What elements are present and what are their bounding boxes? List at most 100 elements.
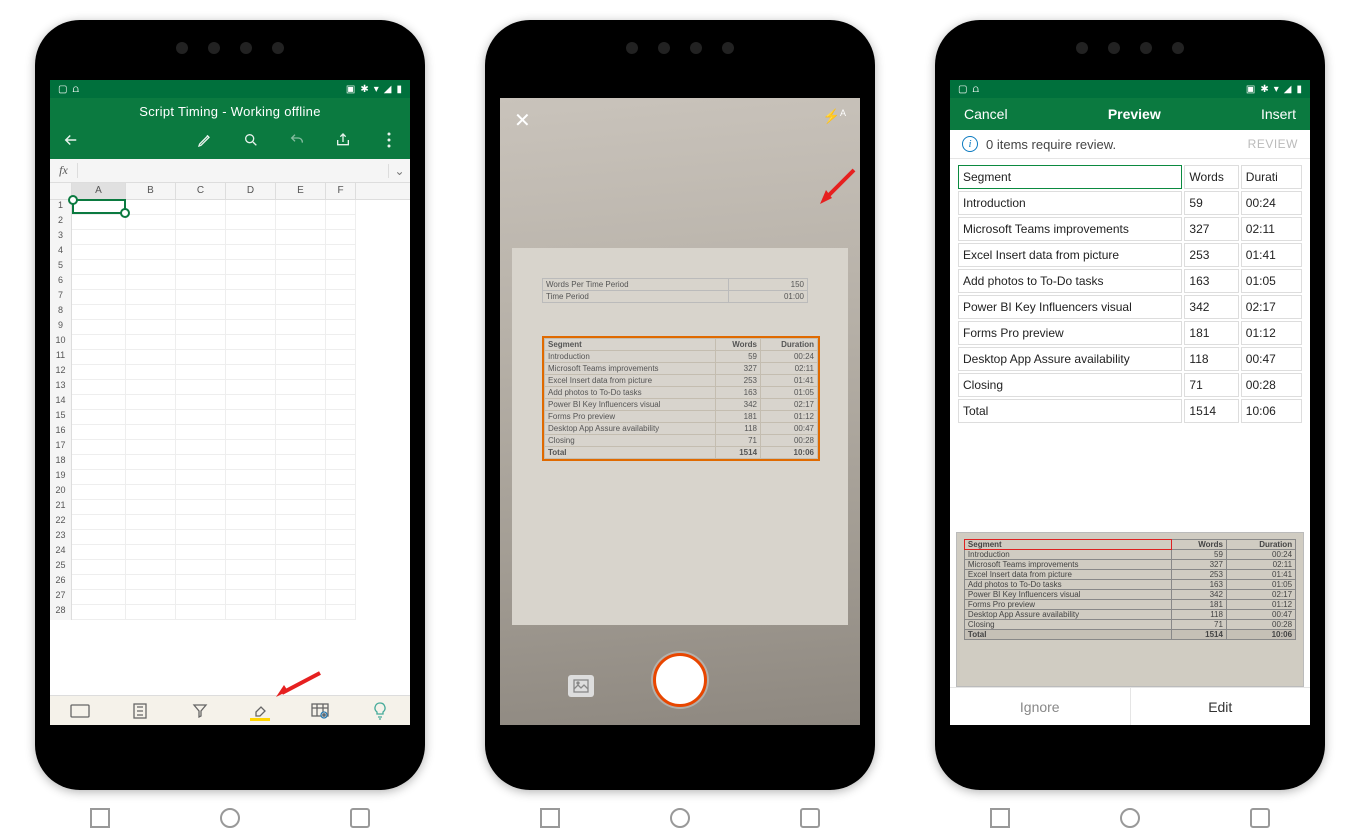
cell[interactable] [326, 485, 356, 500]
shutter-button[interactable] [653, 653, 707, 707]
cell[interactable] [72, 605, 126, 620]
cell[interactable] [276, 305, 326, 320]
cell[interactable] [176, 365, 226, 380]
col-header[interactable]: D [226, 183, 276, 199]
cell[interactable] [276, 500, 326, 515]
cell[interactable] [176, 335, 226, 350]
cell[interactable] [126, 425, 176, 440]
col-header[interactable]: E [276, 183, 326, 199]
cell[interactable]: 10:06 [1241, 399, 1302, 423]
row-header[interactable]: 13 [50, 380, 72, 395]
cell[interactable]: 118 [1184, 347, 1238, 371]
cell[interactable]: 01:05 [1241, 269, 1302, 293]
cell[interactable] [176, 560, 226, 575]
cell[interactable] [326, 545, 356, 560]
cell[interactable] [326, 350, 356, 365]
col-header[interactable]: B [126, 183, 176, 199]
android-home[interactable] [1120, 808, 1140, 828]
android-home[interactable] [670, 808, 690, 828]
cell[interactable] [126, 470, 176, 485]
cell[interactable]: 00:28 [1241, 373, 1302, 397]
cell[interactable] [126, 350, 176, 365]
cell[interactable] [276, 350, 326, 365]
ideas-icon[interactable] [368, 699, 392, 723]
cell[interactable] [276, 425, 326, 440]
cell[interactable]: Desktop App Assure availability [958, 347, 1182, 371]
row-header[interactable]: 23 [50, 530, 72, 545]
cell[interactable] [126, 335, 176, 350]
cell[interactable] [126, 575, 176, 590]
col-header[interactable]: A [72, 183, 126, 199]
sort-icon[interactable] [128, 699, 152, 723]
row-header[interactable]: 16 [50, 425, 72, 440]
cell[interactable] [72, 395, 126, 410]
formula-input[interactable] [78, 165, 388, 177]
cell[interactable] [126, 455, 176, 470]
cell[interactable]: 1514 [1184, 399, 1238, 423]
cell[interactable] [226, 395, 276, 410]
cell[interactable] [72, 560, 126, 575]
cell[interactable] [226, 560, 276, 575]
cell[interactable] [276, 470, 326, 485]
gallery-button[interactable] [568, 675, 594, 697]
cell[interactable] [176, 605, 226, 620]
cell[interactable] [276, 260, 326, 275]
cell[interactable] [126, 380, 176, 395]
cell[interactable]: Words [1184, 165, 1238, 189]
cell[interactable] [326, 245, 356, 260]
cell[interactable]: 00:24 [1241, 191, 1302, 215]
row-header[interactable]: 6 [50, 275, 72, 290]
cell[interactable] [126, 545, 176, 560]
cell[interactable] [226, 320, 276, 335]
android-home[interactable] [220, 808, 240, 828]
cell[interactable] [226, 230, 276, 245]
cell[interactable] [176, 530, 226, 545]
review-button[interactable]: REVIEW [1248, 137, 1298, 151]
formula-expand-icon[interactable]: ⌄ [388, 164, 410, 178]
cell[interactable] [176, 290, 226, 305]
extracted-data-table[interactable]: SegmentWordsDuratiIntroduction5900:24Mic… [950, 159, 1310, 429]
cell[interactable] [276, 215, 326, 230]
cell[interactable]: 327 [1184, 217, 1238, 241]
cell[interactable] [72, 335, 126, 350]
cell[interactable] [226, 470, 276, 485]
cell[interactable] [72, 575, 126, 590]
cell[interactable] [276, 395, 326, 410]
cell[interactable] [176, 260, 226, 275]
row-header[interactable]: 2 [50, 215, 72, 230]
cell[interactable] [126, 560, 176, 575]
cancel-button[interactable]: Cancel [964, 106, 1008, 122]
back-button[interactable] [62, 131, 80, 149]
row-header[interactable]: 18 [50, 455, 72, 470]
row-header[interactable]: 9 [50, 320, 72, 335]
cell[interactable] [176, 395, 226, 410]
row-header[interactable]: 1 [50, 200, 72, 215]
row-header[interactable]: 11 [50, 350, 72, 365]
cell[interactable] [276, 545, 326, 560]
cell[interactable] [276, 440, 326, 455]
cell[interactable] [72, 260, 126, 275]
cell[interactable] [226, 455, 276, 470]
cell[interactable] [276, 410, 326, 425]
capture-crop-box[interactable]: SegmentWordsDurationIntroduction5900:24M… [542, 336, 820, 461]
cell[interactable] [226, 335, 276, 350]
cell[interactable] [72, 410, 126, 425]
cell[interactable] [126, 230, 176, 245]
cell[interactable] [72, 350, 126, 365]
insert-data-from-picture-icon[interactable] [308, 699, 332, 723]
cell[interactable] [176, 245, 226, 260]
cell[interactable] [126, 215, 176, 230]
cell[interactable]: Durati [1241, 165, 1302, 189]
cell[interactable] [72, 215, 126, 230]
flash-toggle[interactable]: ⚡A [823, 108, 846, 133]
cell[interactable] [126, 290, 176, 305]
android-recent[interactable] [1250, 808, 1270, 828]
col-header[interactable]: C [176, 183, 226, 199]
keyboard-icon[interactable] [68, 699, 92, 723]
cell[interactable] [176, 200, 226, 215]
cell[interactable] [176, 305, 226, 320]
cell[interactable]: Excel Insert data from picture [958, 243, 1182, 267]
cell[interactable] [226, 545, 276, 560]
cell[interactable]: Closing [958, 373, 1182, 397]
row-header[interactable]: 22 [50, 515, 72, 530]
